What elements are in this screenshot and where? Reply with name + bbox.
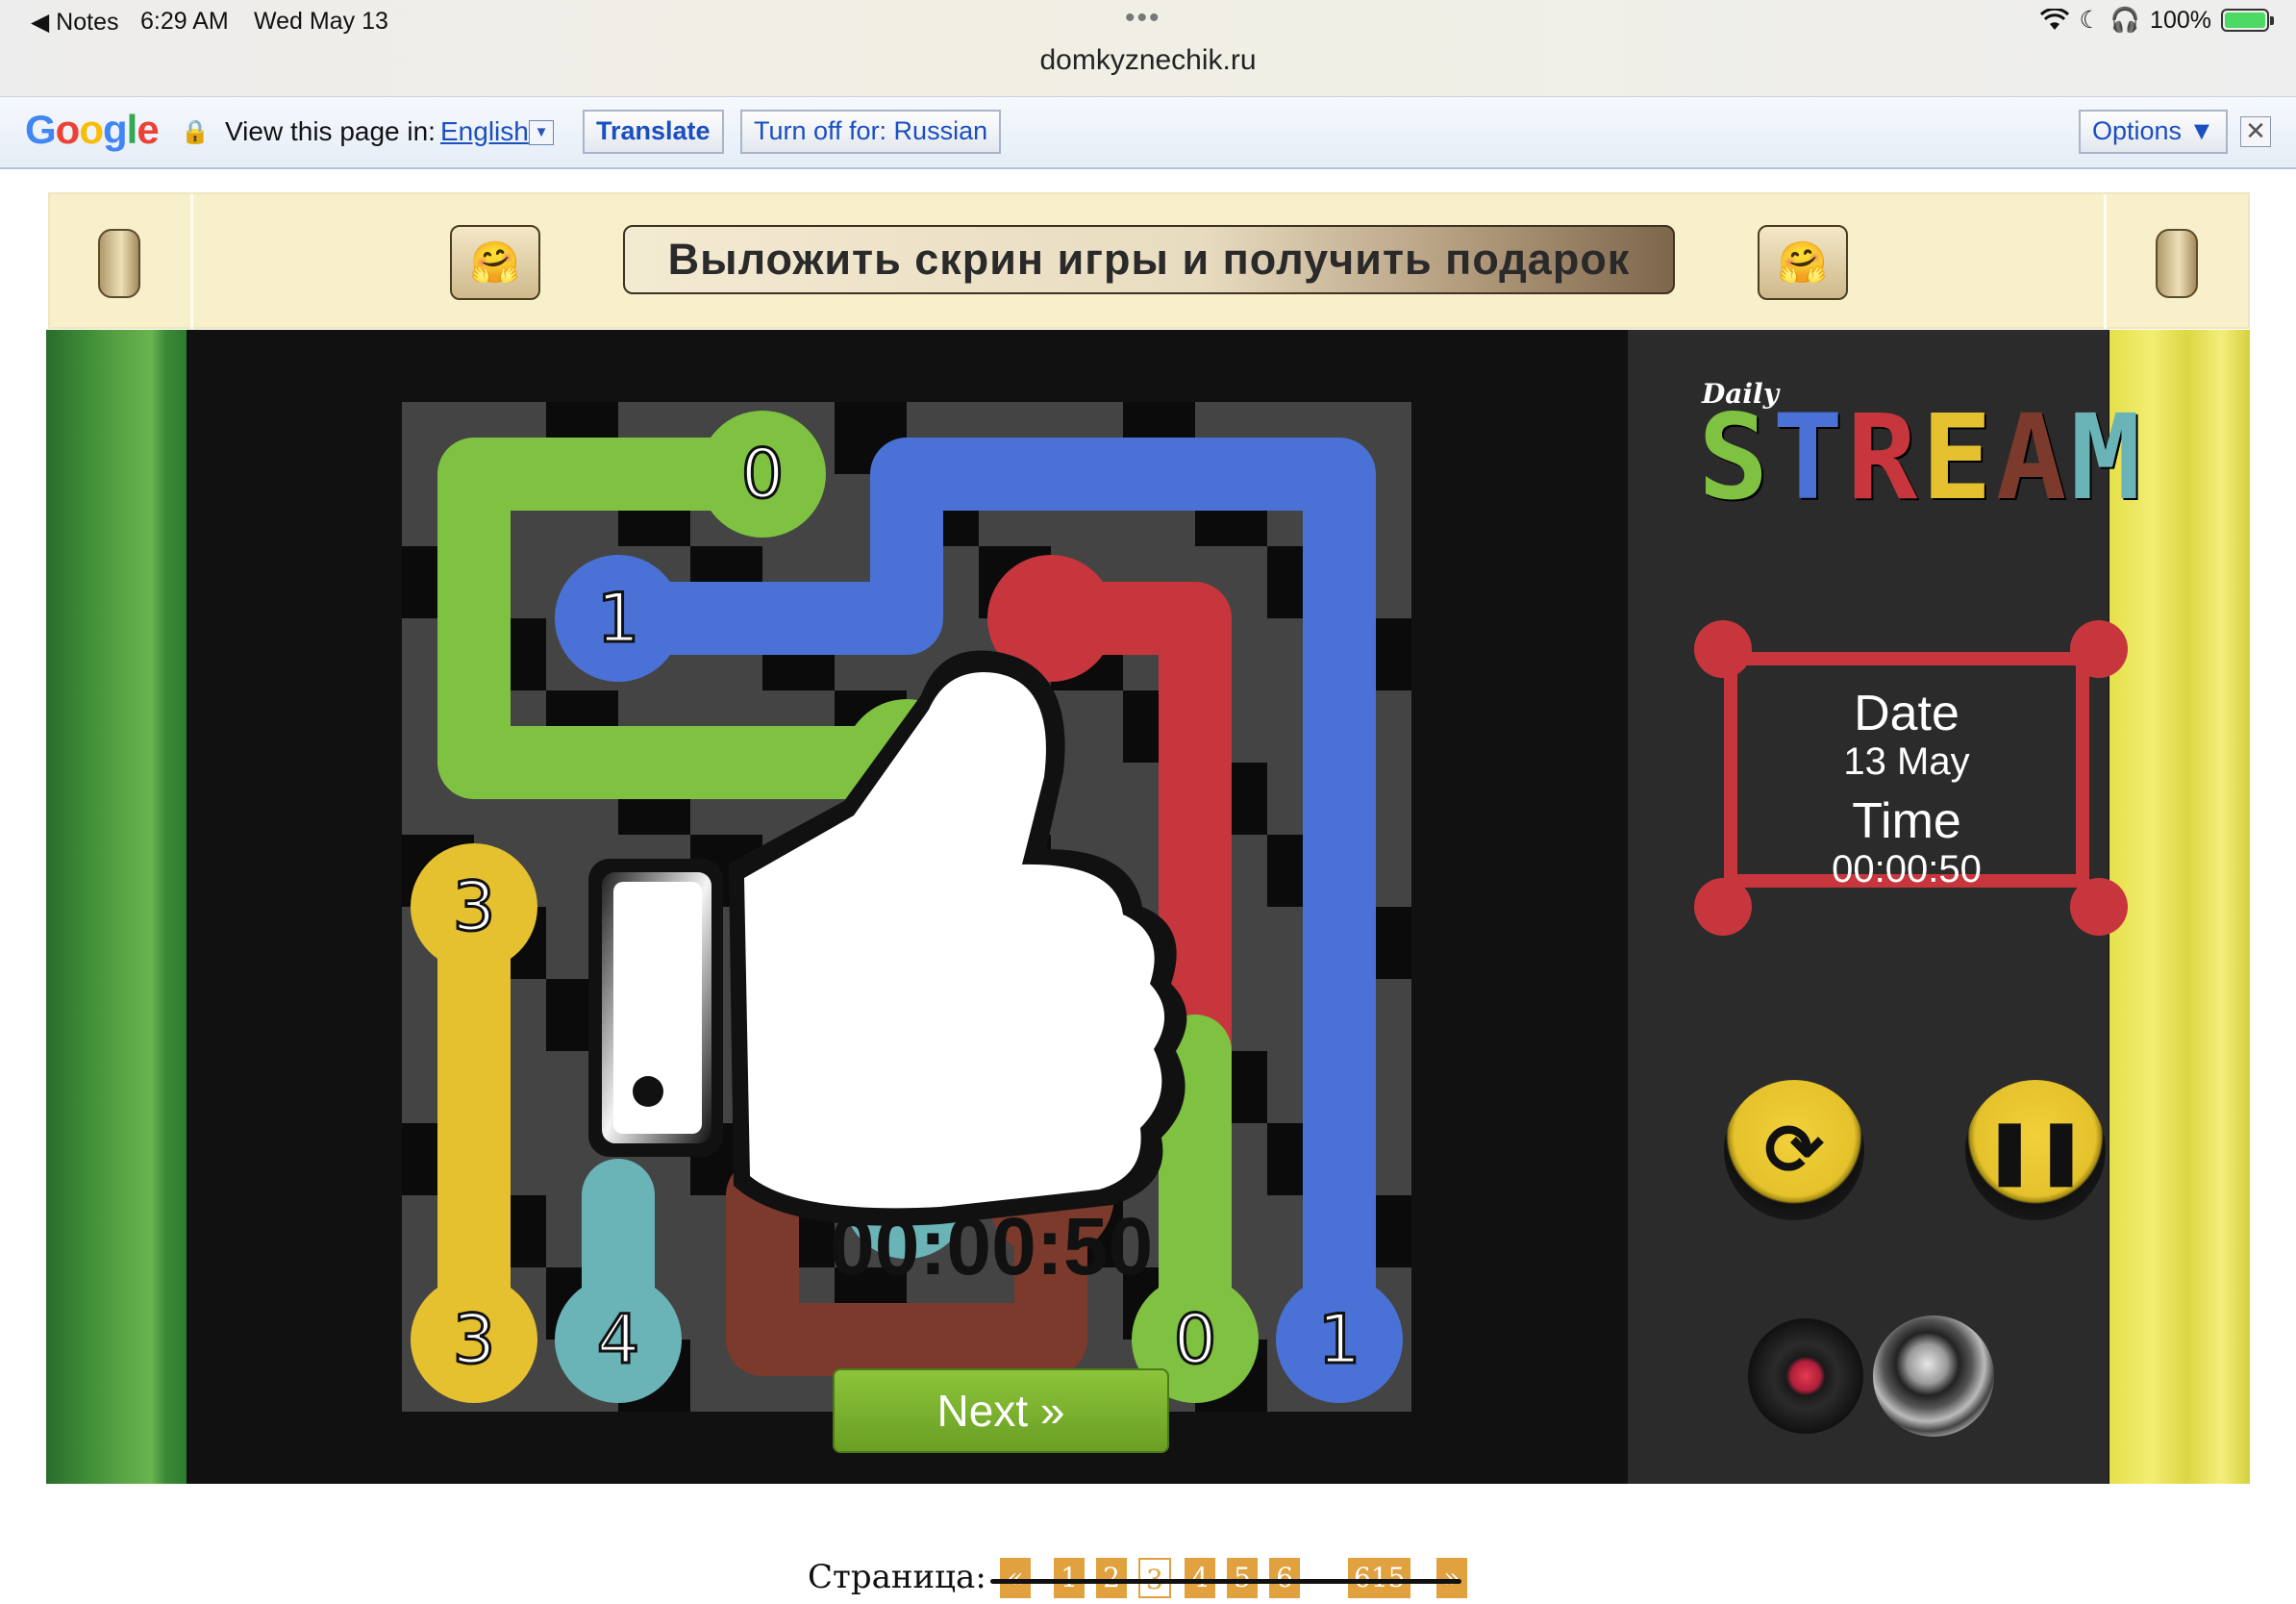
- endpoint-label: 0: [741, 435, 785, 514]
- logo-letter: R: [1846, 389, 1922, 526]
- current-page[interactable]: 3: [1138, 1558, 1171, 1598]
- view-page-label: View this page in:: [225, 116, 436, 146]
- logo-letter: S: [1698, 389, 1773, 526]
- lock-icon: 🔒: [181, 119, 210, 145]
- share-screenshot-banner[interactable]: Выложить скрин игры и получить подарок: [623, 225, 1675, 294]
- hug-emoji-button[interactable]: 🤗: [1758, 225, 1848, 300]
- address-bar[interactable]: domkyznechik.ru: [0, 44, 2296, 77]
- left-scroll-handle[interactable]: [98, 229, 140, 298]
- endpoint-label: 3: [453, 867, 496, 946]
- language-select[interactable]: English: [440, 116, 529, 147]
- headphones-icon: 🎧: [2109, 6, 2141, 34]
- translate-button[interactable]: Translate: [583, 110, 724, 154]
- next-level-button[interactable]: Next »: [833, 1368, 1169, 1453]
- translate-bar: Google 🔒 View this page in: English ▼ Tr…: [0, 96, 2296, 169]
- logo-letter: E: [1921, 389, 1996, 526]
- header-divider: [2104, 194, 2107, 331]
- restart-button[interactable]: ⟳: [1724, 1080, 1864, 1220]
- status-time: 6:29 AM: [140, 8, 229, 35]
- logo-stream: STREAM: [1698, 399, 2145, 516]
- page-link[interactable]: 1: [1054, 1558, 1085, 1598]
- status-date: Wed May 13: [254, 8, 388, 35]
- time-label: Time: [1852, 793, 1961, 849]
- moon-icon: ☾: [2079, 7, 2101, 34]
- logo-letter: T: [1772, 389, 1847, 526]
- google-logo: Google: [25, 107, 160, 152]
- date-label: Date: [1854, 686, 1959, 741]
- date-time-box: Date 13 May Time 00:00:50: [1724, 652, 2089, 890]
- restart-icon: ⟳: [1763, 1110, 1824, 1190]
- status-bar: ◀ Notes 6:29 AM Wed May 13 ••• domkyznec…: [0, 0, 2296, 96]
- endpoint-label: 3: [453, 1300, 496, 1379]
- logo-letter: M: [2070, 389, 2145, 526]
- game-area: 0133401 Daily STREAM Date 13 May Time 00…: [46, 330, 2250, 1484]
- chevron-down-icon[interactable]: ▼: [529, 120, 554, 145]
- time-value: 00:00:50: [1832, 848, 1982, 890]
- hug-emoji-button[interactable]: 🤗: [450, 225, 540, 300]
- battery-icon: [2221, 9, 2274, 32]
- options-button[interactable]: Options ▼: [2079, 110, 2229, 154]
- pagination-ellipsis: ...: [1310, 1558, 1335, 1590]
- pause-button[interactable]: ❚❚: [1965, 1080, 2106, 1220]
- frame-corner: [1694, 878, 1752, 936]
- close-icon[interactable]: ✕: [2240, 116, 2271, 147]
- back-to-notes[interactable]: ◀ Notes: [31, 8, 118, 37]
- green-side-wall: [46, 330, 187, 1484]
- completion-time: 00:00:50: [830, 1201, 1154, 1291]
- multitask-dots[interactable]: •••: [1125, 2, 1161, 35]
- logo-letter: A: [1995, 389, 2071, 526]
- frame-corner: [1694, 620, 1752, 678]
- speaker-icon[interactable]: [1873, 1316, 1994, 1437]
- pagination-label: Страница:: [808, 1558, 986, 1596]
- battery-percent: 100%: [2150, 6, 2211, 34]
- page-link[interactable]: 2: [1096, 1558, 1127, 1598]
- wifi-icon: [2040, 9, 2070, 30]
- page-link[interactable]: 5: [1227, 1558, 1258, 1598]
- pause-icon: ❚❚: [1984, 1115, 2087, 1185]
- record-icon[interactable]: [1748, 1318, 1863, 1434]
- date-value: 13 May: [1843, 740, 1970, 783]
- endpoint-label: 1: [1318, 1300, 1361, 1379]
- prev-page-button[interactable]: «: [1000, 1558, 1031, 1598]
- last-page-link[interactable]: 615: [1348, 1558, 1411, 1598]
- header-divider: [190, 194, 193, 331]
- frame-corner: [2070, 620, 2128, 678]
- turn-off-button[interactable]: Turn off for: Russian: [740, 110, 1002, 154]
- frame-corner: [2070, 878, 2128, 936]
- page-link[interactable]: 4: [1185, 1558, 1215, 1598]
- right-scroll-handle[interactable]: [2156, 229, 2198, 298]
- pagination: Страница: « 1 2 3 4 5 6 ... 615 »: [0, 1558, 2296, 1604]
- next-page-button[interactable]: »: [1436, 1558, 1467, 1598]
- game-header: 🤗 Выложить скрин игры и получить подарок…: [48, 192, 2250, 331]
- strikethrough-line: [990, 1579, 1461, 1584]
- status-icons: ☾ 🎧 100%: [2040, 6, 2274, 35]
- page-link[interactable]: 6: [1269, 1558, 1300, 1598]
